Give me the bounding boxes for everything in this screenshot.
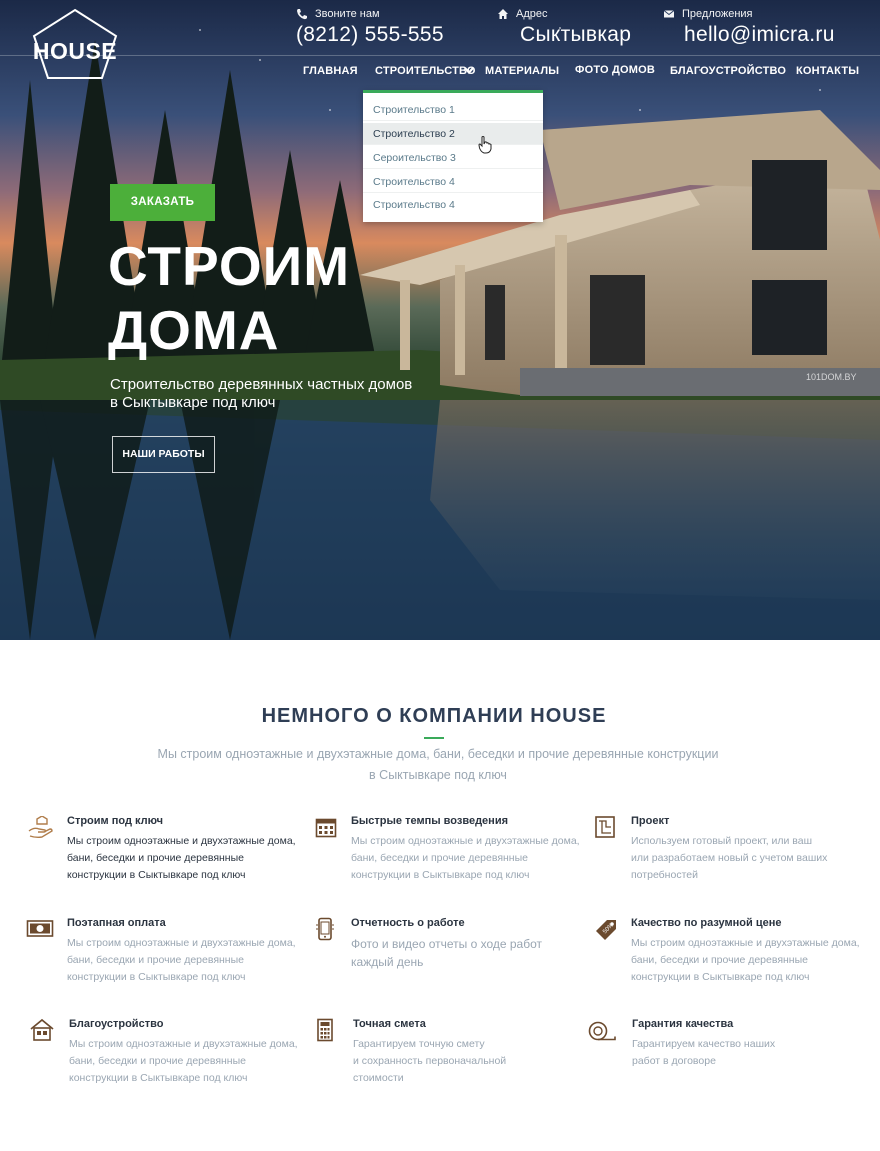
- calculator-icon: [317, 1018, 333, 1042]
- feature-line: бани, беседки и прочие деревянные: [67, 852, 244, 864]
- nav-item-contacts[interactable]: КОНТАКТЫ: [796, 65, 859, 77]
- hero-subtitle-line-2: в Сыктывкаре под ключ: [110, 394, 276, 411]
- feature-line: Мы строим одноэтажные и двухэтажные дома…: [67, 835, 296, 847]
- feature-line: конструкции в Сыктывкаре под ключ: [67, 869, 246, 881]
- feature-title: Отчетность о работе: [351, 917, 465, 929]
- feature-line: конструкции в Сыктывкаре под ключ: [67, 971, 246, 983]
- dropdown-item[interactable]: Строительство 4: [363, 194, 543, 216]
- house-icon: [30, 1018, 54, 1041]
- contact-email: Предложения hello@imicra.ru: [663, 8, 835, 47]
- construction-dropdown-menu: Строительство 1 Строительство 2 Сероител…: [363, 90, 543, 222]
- feature-line: бани, беседки и прочие деревянные: [69, 1055, 246, 1067]
- contact-email-value[interactable]: hello@imicra.ru: [684, 23, 835, 47]
- dropdown-item[interactable]: Строительство 4: [363, 171, 543, 193]
- contact-phone-value[interactable]: (8212) 555-555: [296, 23, 444, 47]
- logo-text: HOUSE: [32, 38, 118, 64]
- feature-line: конструкции в Сыктывкаре под ключ: [351, 869, 530, 881]
- feature-line: Мы строим одноэтажные и двухэтажные дома…: [631, 937, 860, 949]
- hero-title: СТРОИМ ДОМА: [108, 234, 350, 362]
- feature-description: Мы строим одноэтажные и двухэтажные дома…: [67, 833, 307, 884]
- nav-item-house-photos[interactable]: ФОТО ДОМОВ: [575, 64, 655, 76]
- feature-title: Благоустройство: [69, 1018, 164, 1030]
- dropdown-item[interactable]: Строительство 1: [363, 99, 543, 121]
- contact-address-value: Сыктывкар: [520, 23, 632, 46]
- feature-line: Мы строим одноэтажные и двухэтажные дома…: [69, 1038, 298, 1050]
- feature-line: потребностей: [631, 869, 698, 881]
- hero-subtitle: Строительство деревянных частных домов в…: [110, 376, 450, 412]
- dropdown-item-active[interactable]: Строительство 2: [363, 123, 543, 145]
- hero-section: HOUSE Звоните нам (8212) 555-555 Адрес С…: [0, 0, 880, 640]
- hero-title-line-1: СТРОИМ: [108, 235, 351, 297]
- about-subtitle-line-1: Мы строим одноэтажные и двухэтажные дома…: [157, 747, 719, 761]
- nav-item-construction[interactable]: СТРОИТЕЛЬСТВО: [375, 65, 476, 77]
- feature-description: Гарантируем точную смету и сохранность п…: [353, 1036, 593, 1087]
- about-title: НЕМНОГО О КОМПАНИИ HOUSE: [261, 705, 607, 727]
- dropdown-item[interactable]: Сероительство 3: [363, 147, 543, 169]
- about-subtitle-line-2: в Сыктывкаре под ключ: [369, 768, 507, 782]
- feature-line: Фото и видео отчеты о ходе работ: [351, 937, 543, 951]
- feature-line: бани, беседки и прочие деревянные: [67, 954, 244, 966]
- feature-line: конструкции в Сыктывкаре под ключ: [631, 971, 810, 983]
- hand-cursor-icon: [478, 136, 492, 154]
- feature-title: Поэтапная оплата: [67, 917, 166, 929]
- contact-address-label: Адрес: [516, 8, 548, 20]
- feature-line: Мы строим одноэтажные и двухэтажные дома…: [67, 937, 296, 949]
- hero-subtitle-line-1: Строительство деревянных частных домов: [110, 376, 413, 393]
- home-icon: [498, 9, 508, 19]
- order-button[interactable]: ЗАКАЗАТЬ: [110, 184, 215, 221]
- feature-description: Фото и видео отчеты о ходе работ каждый …: [351, 935, 591, 971]
- feature-description: Мы строим одноэтажные и двухэтажные дома…: [69, 1036, 309, 1087]
- smartphone-icon: [316, 917, 334, 941]
- price-tag-icon: 50%: [596, 920, 616, 940]
- feature-description: Мы строим одноэтажные и двухэтажные дома…: [351, 833, 591, 884]
- our-works-button[interactable]: НАШИ РАБОТЫ: [112, 436, 215, 473]
- about-subtitle: Мы строим одноэтажные и двухэтажные дома…: [150, 744, 726, 786]
- contact-phone: Звоните нам (8212) 555-555: [296, 8, 444, 47]
- feature-line: Гарантируем качество наших: [632, 1038, 776, 1050]
- feature-line: каждый день: [351, 955, 424, 969]
- feature-description: Мы строим одноэтажные и двухэтажные дома…: [631, 935, 871, 986]
- feature-title: Качество по разумной цене: [631, 917, 782, 929]
- feature-line: Мы строим одноэтажные и двухэтажные дома…: [351, 835, 580, 847]
- calendar-icon: [315, 818, 337, 838]
- money-icon: [26, 920, 54, 937]
- feature-line: или разработаем новый с учетом ваших: [631, 852, 828, 864]
- feature-description: Мы строим одноэтажные и двухэтажные дома…: [67, 935, 307, 986]
- feature-line: стоимости: [353, 1072, 404, 1084]
- feature-line: Используем готовый проект, или ваш: [631, 835, 813, 847]
- hand-house-icon: [28, 816, 53, 839]
- feature-line: конструкции в Сыктывкаре под ключ: [69, 1072, 248, 1084]
- contact-address: Адрес Сыктывкар: [497, 8, 631, 47]
- nav-item-home[interactable]: ГЛАВНАЯ: [303, 65, 358, 77]
- feature-line: работ в договоре: [632, 1055, 716, 1067]
- header-divider: [0, 55, 880, 56]
- hero-title-line-2: ДОМА: [108, 299, 280, 361]
- chevron-down-icon[interactable]: [463, 66, 475, 76]
- feature-title: Проект: [631, 815, 670, 827]
- phone-icon: [297, 9, 307, 20]
- nav-item-landscaping[interactable]: БЛАГОУСТРОЙСТВО: [670, 65, 786, 77]
- feature-title: Быстрые темпы возведения: [351, 815, 509, 827]
- feature-line: бани, беседки и прочие деревянные: [351, 852, 528, 864]
- feature-title: Гарантия качества: [632, 1018, 734, 1030]
- feature-description: Гарантируем качество наших работ в догов…: [632, 1036, 872, 1070]
- feature-description: Используем готовый проект, или ваш или р…: [631, 833, 871, 884]
- feature-line: бани, беседки и прочие деревянные: [631, 954, 808, 966]
- feature-title: Строим под ключ: [67, 815, 163, 827]
- nav-item-materials[interactable]: МАТЕРИАЛЫ: [485, 65, 559, 77]
- contact-email-label: Предложения: [682, 8, 753, 20]
- blueprint-icon: [595, 816, 615, 838]
- tape-measure-icon: [588, 1021, 616, 1041]
- feature-line: и сохранность первоначальной: [353, 1055, 507, 1067]
- contact-phone-label: Звоните нам: [315, 8, 380, 20]
- about-title-underline: [424, 737, 444, 739]
- envelope-icon: [663, 10, 675, 18]
- logo[interactable]: HOUSE: [32, 8, 122, 80]
- feature-line: Гарантируем точную смету: [353, 1038, 485, 1050]
- watermark: 101DOM.BY: [806, 372, 857, 382]
- feature-title: Точная смета: [353, 1018, 426, 1030]
